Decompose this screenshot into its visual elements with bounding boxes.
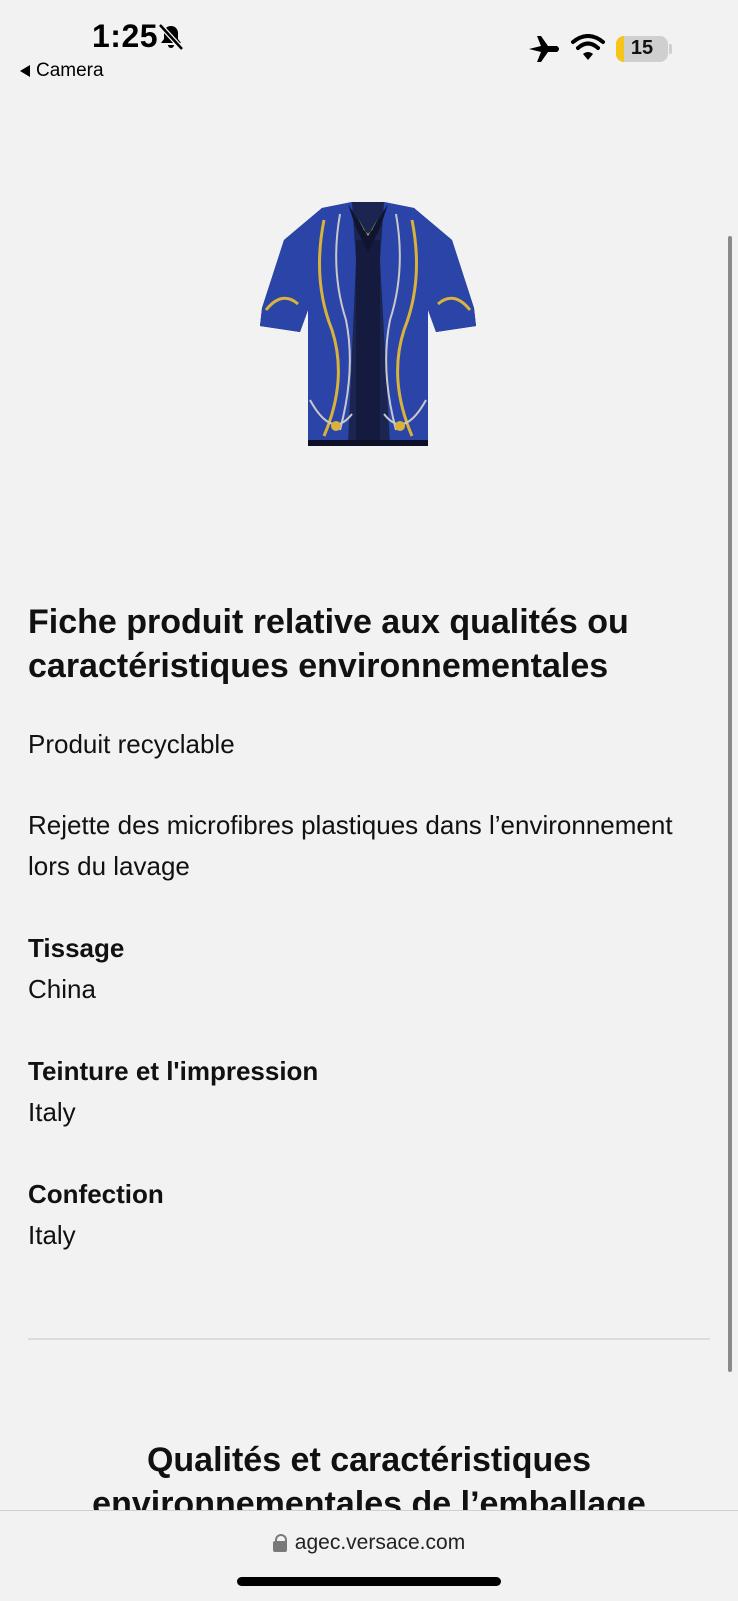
lock-icon <box>272 1534 287 1552</box>
scroll-indicator[interactable] <box>728 236 732 1372</box>
battery-level: 15 <box>630 37 654 59</box>
browser-address-bar[interactable]: agec.versace.com <box>0 1510 738 1601</box>
wifi-icon <box>571 34 605 60</box>
url-display[interactable]: agec.versace.com <box>0 1531 738 1555</box>
status-time: 1:25 <box>92 18 159 54</box>
microfibre-attribute: Rejette des microfibres plastiques dans … <box>28 810 673 881</box>
environmental-sheet: Fiche produit relative aux qualités ou c… <box>28 600 710 1256</box>
back-to-camera-button[interactable]: Camera <box>20 60 104 82</box>
field-manufacturing: Confection Italy <box>28 1174 710 1256</box>
field-label: Teinture et l'impression <box>28 1056 319 1086</box>
recyclable-attribute: Produit recyclable <box>28 729 235 759</box>
status-bar: 1:25 Camera 15 <box>0 0 738 95</box>
field-value: Italy <box>28 1097 76 1127</box>
field-label: Confection <box>28 1179 164 1209</box>
url-text: agec.versace.com <box>294 1531 466 1554</box>
battery-icon: 15 <box>616 36 668 62</box>
back-arrow-icon <box>20 65 30 77</box>
silent-bell-icon <box>158 23 184 51</box>
airplane-mode-icon <box>529 36 559 62</box>
product-shirt-image <box>260 202 476 446</box>
section-divider <box>28 1338 710 1340</box>
field-label: Tissage <box>28 933 125 963</box>
field-weaving: Tissage China <box>28 928 710 1010</box>
field-value: China <box>28 974 96 1004</box>
battery-cap <box>669 44 672 54</box>
back-label: Camera <box>36 60 104 81</box>
environmental-sheet-title: Fiche produit relative aux qualités ou c… <box>28 603 629 685</box>
home-indicator[interactable] <box>237 1577 501 1586</box>
field-dyeing-printing: Teinture et l'impression Italy <box>28 1051 710 1133</box>
field-value: Italy <box>28 1220 76 1250</box>
